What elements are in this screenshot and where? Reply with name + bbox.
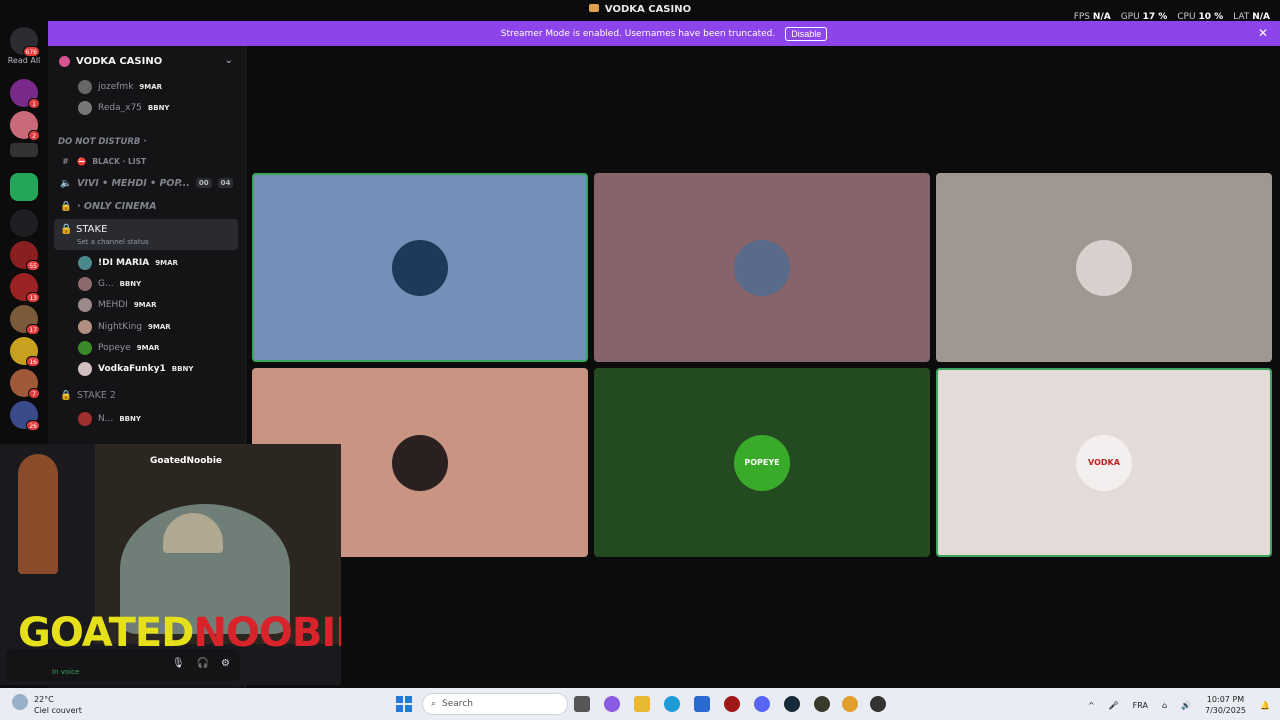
- server-icon[interactable]: 16: [10, 337, 40, 367]
- read-all-button[interactable]: Read All: [0, 56, 48, 65]
- hash-icon: #: [62, 156, 69, 166]
- member-item[interactable]: G... BBNY: [78, 275, 238, 293]
- avatar: [734, 239, 790, 296]
- server-icon[interactable]: [10, 143, 38, 157]
- home-button[interactable]: 676: [10, 27, 40, 57]
- avatar: [78, 341, 92, 355]
- avatar: [78, 80, 92, 94]
- no-entry-icon: ⛔: [77, 156, 87, 166]
- member-item[interactable]: jozefmk 9MAR: [78, 78, 238, 96]
- lock-icon: 🔒: [60, 224, 73, 235]
- chevron-down-icon[interactable]: ⌄: [225, 55, 233, 66]
- server-logo-icon: [59, 56, 70, 67]
- avatar: [78, 256, 92, 270]
- lock-icon: 🔒: [60, 389, 72, 401]
- windows-taskbar: 22°C Ciel couvert ⌕ Search ^ 🎤 FRA ⌂ 🔊 10:…: [0, 688, 1280, 720]
- webcam-overlay: GoatedNoobie GOATEDNOOBIE In voice 🎙 🎧 ⚙: [0, 444, 341, 685]
- close-icon[interactable]: ✕: [1258, 26, 1268, 40]
- task-view-icon[interactable]: [574, 696, 590, 712]
- avatar: [78, 101, 92, 115]
- server-header[interactable]: VODKA CASINO: [59, 56, 162, 67]
- streamer-mode-banner: Streamer Mode is enabled. Usernames have…: [48, 21, 1280, 46]
- file-explorer-icon[interactable]: [634, 696, 650, 712]
- app-icon[interactable]: [724, 696, 740, 712]
- gear-icon[interactable]: ⚙: [221, 658, 230, 669]
- voice-tile[interactable]: [594, 173, 930, 362]
- channel-black-list[interactable]: # ⛔ BLACK · LIST: [60, 152, 256, 170]
- obs-icon[interactable]: [870, 696, 886, 712]
- headphones-icon[interactable]: 🎧: [197, 658, 209, 669]
- channel-vivi-mehdi[interactable]: 🔈 VIVI • MEHDI • POP... 00 04: [60, 174, 256, 192]
- channel-only-cinema[interactable]: 🔒 · ONLY CINEMA: [60, 197, 256, 215]
- member-item[interactable]: N... BBNY: [78, 410, 238, 428]
- member-item[interactable]: Reda_x75 BBNY: [78, 99, 238, 117]
- banner-text: Streamer Mode is enabled. Usernames have…: [500, 28, 776, 39]
- avatar: [392, 434, 448, 491]
- microphone-icon[interactable]: 🎙: [172, 658, 185, 669]
- volume-icon[interactable]: 🔊: [1181, 701, 1191, 710]
- xbox-icon[interactable]: [814, 696, 830, 712]
- voice-status: In voice: [52, 668, 80, 676]
- clock[interactable]: 10:07 PM 7/30/2025: [1205, 694, 1246, 716]
- avatar: [392, 239, 448, 296]
- language-indicator[interactable]: FRA: [1133, 701, 1148, 710]
- copilot-icon[interactable]: [604, 696, 620, 712]
- avatar: VODKA: [1076, 434, 1132, 491]
- member-item[interactable]: Popeye 9MAR: [78, 339, 238, 357]
- voice-tile[interactable]: VODKA: [936, 368, 1272, 557]
- network-icon[interactable]: ⌂: [1162, 701, 1167, 710]
- channel-status[interactable]: Set a channel status: [77, 238, 149, 246]
- avatar: POPEYE: [734, 434, 790, 491]
- server-icon[interactable]: 13: [10, 273, 40, 303]
- category-dnd[interactable]: DO NOT DISTURB ·: [58, 133, 254, 151]
- avatar: [78, 362, 92, 376]
- server-icon[interactable]: 17: [10, 305, 40, 335]
- channel-stake[interactable]: 🔒 STAKE Set a channel status: [54, 219, 238, 250]
- system-tray: ^ 🎤 FRA ⌂ 🔊 10:07 PM 7/30/2025 🔔: [1088, 694, 1270, 716]
- cloud-icon: [12, 694, 28, 710]
- avatar: [1076, 239, 1132, 296]
- server-icon[interactable]: 1: [10, 79, 40, 109]
- avatar: [78, 277, 92, 291]
- member-item[interactable]: NightKing 9MAR: [78, 318, 238, 336]
- server-icon[interactable]: 2: [10, 111, 40, 141]
- search-input[interactable]: ⌕ Search: [422, 693, 568, 715]
- store-icon[interactable]: [694, 696, 710, 712]
- user-panel: In voice 🎙 🎧 ⚙: [6, 649, 240, 681]
- title-bar: VODKA CASINO FPS N/A GPU 17 % CPU 10 % L…: [0, 0, 1280, 22]
- edge-icon[interactable]: [664, 696, 680, 712]
- flask-icon[interactable]: [10, 173, 38, 201]
- figurine: [18, 454, 58, 574]
- streamer-handle: GoatedNoobie: [150, 456, 223, 466]
- disable-button[interactable]: Disable: [785, 26, 828, 41]
- windows-start-icon[interactable]: [396, 696, 412, 712]
- voice-tile[interactable]: POPEYE: [594, 368, 930, 557]
- avatar: [78, 298, 92, 312]
- server-icon[interactable]: 7: [10, 369, 40, 399]
- server-icon[interactable]: 55: [10, 241, 40, 271]
- steam-icon[interactable]: [784, 696, 800, 712]
- app-logo-icon: [588, 4, 599, 12]
- member-item[interactable]: !DI MARIA 9MAR: [78, 254, 238, 272]
- weather-widget[interactable]: 22°C Ciel couvert: [12, 694, 82, 716]
- lock-icon: 🔒: [60, 200, 72, 212]
- notification-icon[interactable]: 🔔: [1260, 701, 1270, 710]
- discord-icon[interactable]: [754, 696, 770, 712]
- member-item[interactable]: MEHDI 9MAR: [78, 296, 238, 314]
- voice-tile[interactable]: [252, 173, 588, 362]
- microphone-icon[interactable]: 🎤: [1109, 701, 1119, 710]
- chevron-up-icon[interactable]: ^: [1088, 701, 1095, 710]
- speaker-icon: 🔈: [60, 177, 72, 189]
- search-icon: ⌕: [431, 699, 437, 709]
- channel-stake-2[interactable]: 🔒 STAKE 2: [60, 386, 256, 404]
- server-icon[interactable]: 26: [10, 401, 40, 431]
- voice-tile[interactable]: [936, 173, 1272, 362]
- member-item[interactable]: VodkaFunky1 BBNY: [78, 360, 238, 378]
- chrome-icon[interactable]: [842, 696, 858, 712]
- avatar: [78, 412, 92, 426]
- avatar: [78, 320, 92, 334]
- folder-icon[interactable]: [10, 209, 38, 237]
